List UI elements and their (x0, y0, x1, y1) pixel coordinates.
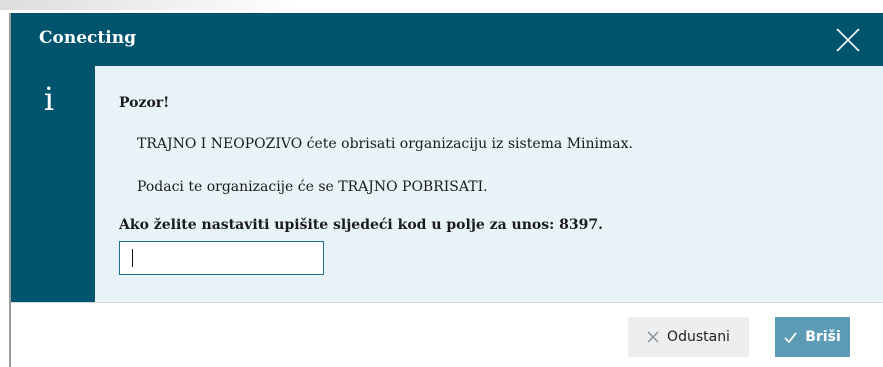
footer-divider (11, 302, 883, 303)
delete-organization-dialog: Conecting i Pozor! TRAJNO I NEOPOZIVO će… (9, 13, 883, 367)
delete-button[interactable]: Briši (775, 317, 850, 357)
close-icon (836, 28, 860, 52)
confirmation-instruction: Ako želite nastaviti upišite sljedeći ko… (119, 217, 604, 233)
background-shadow (0, 0, 300, 10)
text-cursor (132, 249, 133, 267)
warning-line-1: TRAJNO I NEOPOZIVO ćete obrisati organiz… (137, 136, 633, 152)
background-strip (0, 0, 883, 14)
delete-button-label: Briši (805, 329, 841, 345)
warning-heading: Pozor! (119, 95, 170, 111)
cancel-button-label: Odustani (667, 329, 730, 345)
dialog-titlebar: Conecting (11, 13, 883, 66)
warning-line-2: Podaci te organizacije će se TRAJNO POBR… (137, 179, 488, 195)
x-icon (647, 331, 659, 343)
checkmark-icon (784, 331, 797, 343)
dialog-title: Conecting (39, 28, 136, 48)
info-sidebar: i (11, 66, 95, 302)
confirmation-code-input[interactable] (119, 241, 324, 275)
close-button[interactable] (835, 27, 861, 53)
dialog-content: i Pozor! TRAJNO I NEOPOZIVO ćete obrisat… (11, 66, 883, 302)
info-icon: i (43, 80, 55, 118)
cancel-button[interactable]: Odustani (628, 317, 749, 357)
